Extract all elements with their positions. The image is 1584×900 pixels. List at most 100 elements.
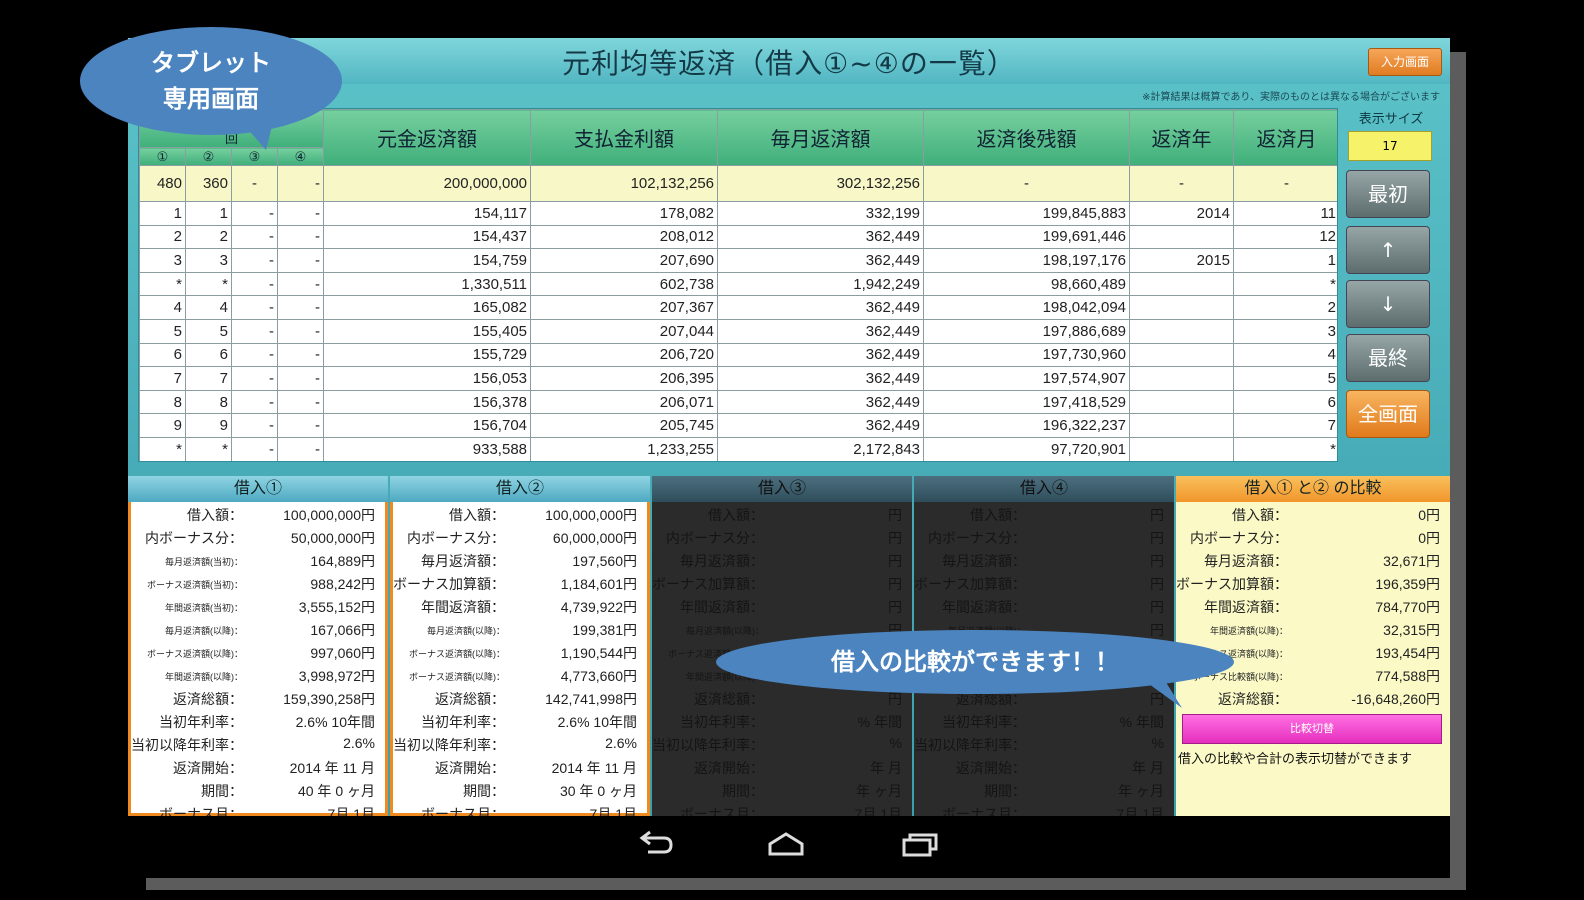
- comparison-row-value: 32,315円: [1383, 622, 1440, 638]
- panel-row-value: 50,000,000円: [290, 530, 375, 546]
- table-row[interactable]: 5 5- -155,405 207,044 362,449 197,886,689 3: [139, 318, 1337, 344]
- comparison-row: 内ボーナス分： 0円: [1176, 528, 1450, 551]
- table-cell: 3: [1233, 318, 1337, 344]
- panel-row-value: 円: [1150, 599, 1164, 615]
- table-cell: 197,418,529: [923, 389, 1131, 415]
- panel-row: 内ボーナス分： 60,000,000円: [393, 528, 647, 551]
- panel-row-label: 当初以降年利率：: [914, 737, 1026, 753]
- display-size-field[interactable]: 17: [1348, 131, 1432, 161]
- table-row[interactable]: 2 2- -154,437 208,012 362,449 199,691,446 12: [139, 224, 1337, 250]
- panel-row-value: %: [889, 735, 902, 751]
- table-cell: 155,729: [323, 342, 532, 368]
- panel-row: 期間： 年 ヶ月: [652, 781, 912, 804]
- panel-row: 当初以降年利率： 2.6%: [393, 735, 647, 758]
- table-cell: 207,367: [530, 295, 719, 320]
- compare-callout-tail: [1138, 676, 1182, 708]
- repayment-grid: 回 元金返済額 支払金利額 毎月返済額 返済後残額 返済年 返済月 ① ② ③ …: [139, 109, 1337, 461]
- table-cell: 205,745: [530, 413, 719, 438]
- table-cell: -: [231, 201, 278, 226]
- table-cell: 207,044: [530, 318, 719, 344]
- recent-apps-icon[interactable]: [900, 830, 940, 858]
- panel-row-label: 期間：: [201, 783, 243, 799]
- table-cell: -: [276, 342, 325, 368]
- table-cell: 198,197,176: [923, 248, 1131, 273]
- panel-row-label: 当初年利率：: [159, 714, 243, 730]
- comparison-footnote: 借入の比較や合計の表示切替ができます: [1178, 751, 1413, 766]
- compare-toggle-button[interactable]: 比較切替: [1182, 714, 1442, 744]
- table-row[interactable]: * * - -1,330,511 602,738 1,942,249 98,660,489 *: [139, 271, 1337, 297]
- panel-row: ボーナス月： 7月 1月: [914, 804, 1174, 816]
- panel-row-value: 2014 年 11 月: [551, 760, 637, 776]
- panel-row-value: 199,381円: [572, 622, 637, 638]
- table-row[interactable]: 6 6- -155,729 206,720 362,449 197,730,960 4: [139, 342, 1337, 368]
- panel-row: ボーナス返済額(当初)： 988,242円: [131, 574, 385, 597]
- input-screen-button[interactable]: 入力画面: [1368, 48, 1442, 76]
- panel-row-value: 2.6% 10年間: [557, 714, 637, 730]
- table-cell: [1129, 224, 1235, 250]
- table-row[interactable]: 1 1- -154,117 178,082 332,199 199,845,883 2014…: [139, 201, 1337, 226]
- table-cell: 2: [139, 224, 186, 250]
- table-cell: 7: [139, 366, 186, 391]
- table-cell: 8: [185, 389, 232, 415]
- down-arrow-button[interactable]: ↓: [1346, 280, 1430, 328]
- panel-row-label: ボーナス加算額：: [393, 576, 505, 592]
- panel-row: ボーナス加算額： 円: [652, 574, 912, 597]
- panel-row-value: 100,000,000円: [283, 507, 375, 523]
- back-icon[interactable]: [636, 830, 676, 858]
- fullscreen-button[interactable]: 全画面: [1346, 390, 1430, 438]
- table-cell: 602,738: [530, 271, 719, 297]
- panel-row: 返済開始： 年 月: [914, 758, 1174, 781]
- comparison-row-label: 毎月返済額：: [1204, 553, 1288, 569]
- table-cell: [1129, 366, 1235, 391]
- home-icon[interactable]: [766, 830, 806, 858]
- panel-row: 借入額： 円: [914, 505, 1174, 528]
- total-cell: 480: [139, 165, 186, 202]
- panel-row-value: 997,060円: [310, 645, 375, 661]
- panel-row-value: 年 ヶ月: [856, 783, 902, 799]
- panel-row-label: 期間：: [984, 783, 1026, 799]
- table-row[interactable]: 8 8- -156,378 206,071 362,449 197,418,529 6: [139, 389, 1337, 415]
- table-cell: 206,395: [530, 366, 719, 391]
- repayment-table[interactable]: 回 元金返済額 支払金利額 毎月返済額 返済後残額 返済年 返済月 ① ② ③ …: [138, 108, 1338, 462]
- table-cell: [1129, 318, 1235, 344]
- last-button[interactable]: 最終: [1346, 334, 1430, 382]
- panel-row: ボーナス加算額： 円: [914, 574, 1174, 597]
- panel-row-value: 40 年 0 ヶ月: [297, 783, 375, 799]
- table-cell: 9: [139, 413, 186, 438]
- table-row[interactable]: * * - -933,588 1,233,255 2,172,843 97,720,901 *: [139, 436, 1337, 461]
- comparison-row-value: 193,454円: [1375, 645, 1440, 661]
- panel-row-label: 毎月返済額(以降)：: [165, 626, 243, 636]
- table-row[interactable]: 7 7- -156,053 206,395 362,449 197,574,907 5: [139, 366, 1337, 391]
- loan2-panel[interactable]: 借入② 借入額： 100,000,000円 内ボーナス分： 60,000,000円 毎月…: [390, 476, 650, 816]
- panel-row-label: 借入額：: [970, 507, 1026, 523]
- panel-row-label: 借入額：: [708, 507, 764, 523]
- loan-app: 元利均等返済（借入①~④の一覧） 入力画面 ※計算結果は概算であり、実際のものと…: [128, 38, 1450, 816]
- panel-row-value: 円: [888, 599, 902, 615]
- table-cell: 156,053: [323, 366, 532, 391]
- table-cell: 362,449: [717, 248, 925, 273]
- panel-row-label: 借入額：: [449, 507, 505, 523]
- panel-row-value: 円: [888, 576, 902, 592]
- up-arrow-button[interactable]: ↑: [1346, 226, 1430, 274]
- table-cell: 7: [185, 366, 232, 391]
- panel-row-value: 円: [1150, 553, 1164, 569]
- panel-row-label: 内ボーナス分：: [928, 530, 1026, 546]
- table-row[interactable]: 3 3- -154,759 207,690 362,449 198,197,176 2015…: [139, 248, 1337, 273]
- panel-row-label: ボーナス加算額：: [914, 576, 1026, 592]
- table-row[interactable]: 9 9- -156,704 205,745 362,449 196,322,237 7: [139, 413, 1337, 438]
- first-button[interactable]: 最初: [1346, 170, 1430, 218]
- table-cell: 7: [1233, 413, 1337, 438]
- table-cell: [1129, 271, 1235, 297]
- panel-row-label: 毎月返済額(以降)：: [427, 626, 505, 636]
- table-cell: 3: [139, 248, 186, 273]
- table-cell: -: [276, 248, 325, 273]
- table-cell: 208,012: [530, 224, 719, 250]
- comparison-row: 毎月返済額： 32,671円: [1176, 551, 1450, 574]
- loan1-panel[interactable]: 借入① 借入額： 100,000,000円 内ボーナス分： 50,000,000円 毎月…: [128, 476, 388, 816]
- table-cell: 206,071: [530, 389, 719, 415]
- table-cell: 196,322,237: [923, 413, 1131, 438]
- table-row[interactable]: 4 4- -165,082 207,367 362,449 198,042,094 2: [139, 295, 1337, 320]
- panel-row: 返済総額： 142,741,998円: [393, 689, 647, 712]
- table-cell: 197,886,689: [923, 318, 1131, 344]
- table-cell: -: [276, 318, 325, 344]
